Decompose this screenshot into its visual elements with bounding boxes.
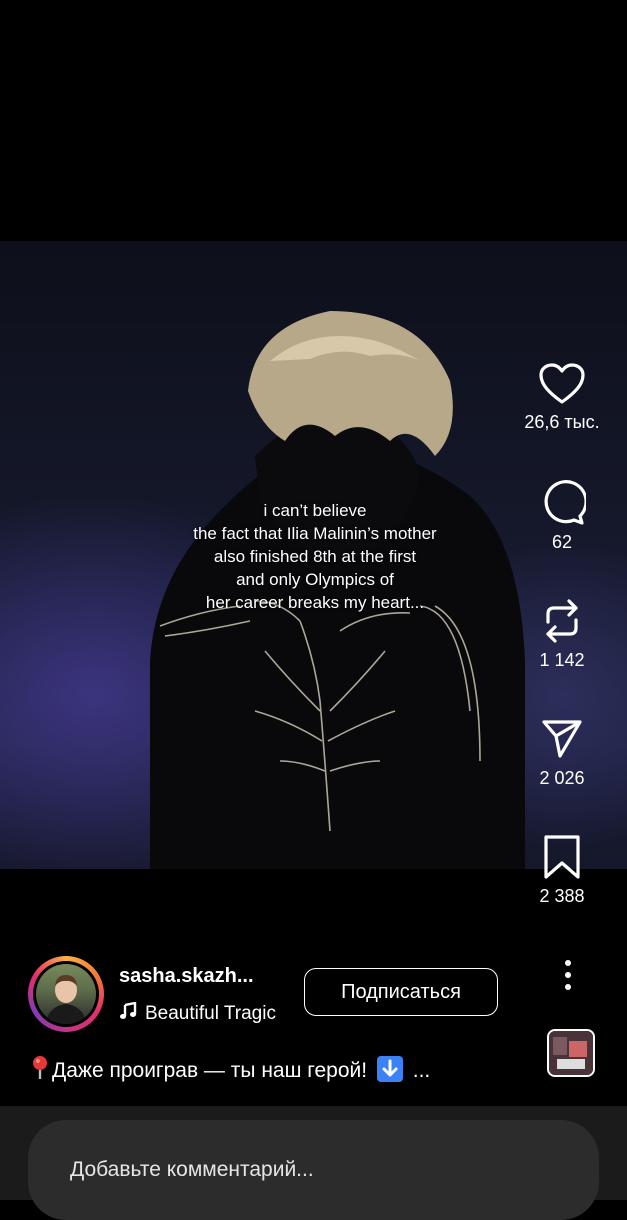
pin-icon xyxy=(30,1055,52,1085)
like-count: 26,6 тыс. xyxy=(524,412,600,432)
follow-button[interactable]: Подписаться xyxy=(304,968,498,1016)
post-author-row: sasha.skazh... Beautiful Tragic Подписат… xyxy=(28,956,627,1036)
avatar-photo xyxy=(36,964,96,1024)
down-arrow-icon xyxy=(376,1056,403,1082)
more-options-button[interactable] xyxy=(554,958,582,992)
repost-count: 1 142 xyxy=(539,650,585,670)
music-link[interactable]: Beautiful Tragic xyxy=(119,1001,285,1026)
music-note-icon xyxy=(119,1001,145,1026)
comment-input[interactable] xyxy=(28,1120,599,1220)
overlay-line: and only Olympics of xyxy=(236,570,394,589)
share-count: 2 026 xyxy=(539,768,585,788)
heart-icon xyxy=(539,363,585,404)
comment-icon xyxy=(544,480,586,525)
share-icon xyxy=(542,720,582,758)
repost-button[interactable]: 1 142 xyxy=(497,598,627,671)
music-title: Beautiful Tragic xyxy=(145,1003,276,1024)
audio-thumbnail[interactable] xyxy=(547,1029,595,1077)
repost-icon xyxy=(546,599,578,643)
share-button[interactable]: 2 026 xyxy=(497,716,627,789)
more-icon xyxy=(565,960,571,990)
overlay-line: her career breaks my heart... xyxy=(205,593,425,612)
caption-more[interactable]: ... xyxy=(413,1059,431,1082)
comment-button[interactable]: 62 xyxy=(497,480,627,553)
audio-cover-image xyxy=(549,1031,593,1075)
overlay-line: the fact that Ilia Malinin’s mother xyxy=(193,524,437,543)
avatar[interactable] xyxy=(28,956,104,1032)
like-button[interactable]: 26,6 тыс. xyxy=(497,362,627,433)
overlay-line: i can’t believe xyxy=(263,501,367,520)
comment-bar xyxy=(0,1106,627,1220)
username[interactable]: sasha.skazh... xyxy=(119,965,254,988)
caption-text: Даже проиграв — ты наш герой! xyxy=(52,1059,368,1082)
video-caption-overlay: i can’t believe the fact that Ilia Malin… xyxy=(150,499,480,614)
post-caption[interactable]: Даже проиграв — ты наш герой! ... xyxy=(30,1055,430,1085)
save-button[interactable]: 2 388 xyxy=(497,834,627,907)
bookmark-icon xyxy=(544,835,580,879)
save-count: 2 388 xyxy=(539,886,585,906)
overlay-line: also finished 8th at the first xyxy=(213,547,417,566)
comment-count: 62 xyxy=(551,532,573,552)
